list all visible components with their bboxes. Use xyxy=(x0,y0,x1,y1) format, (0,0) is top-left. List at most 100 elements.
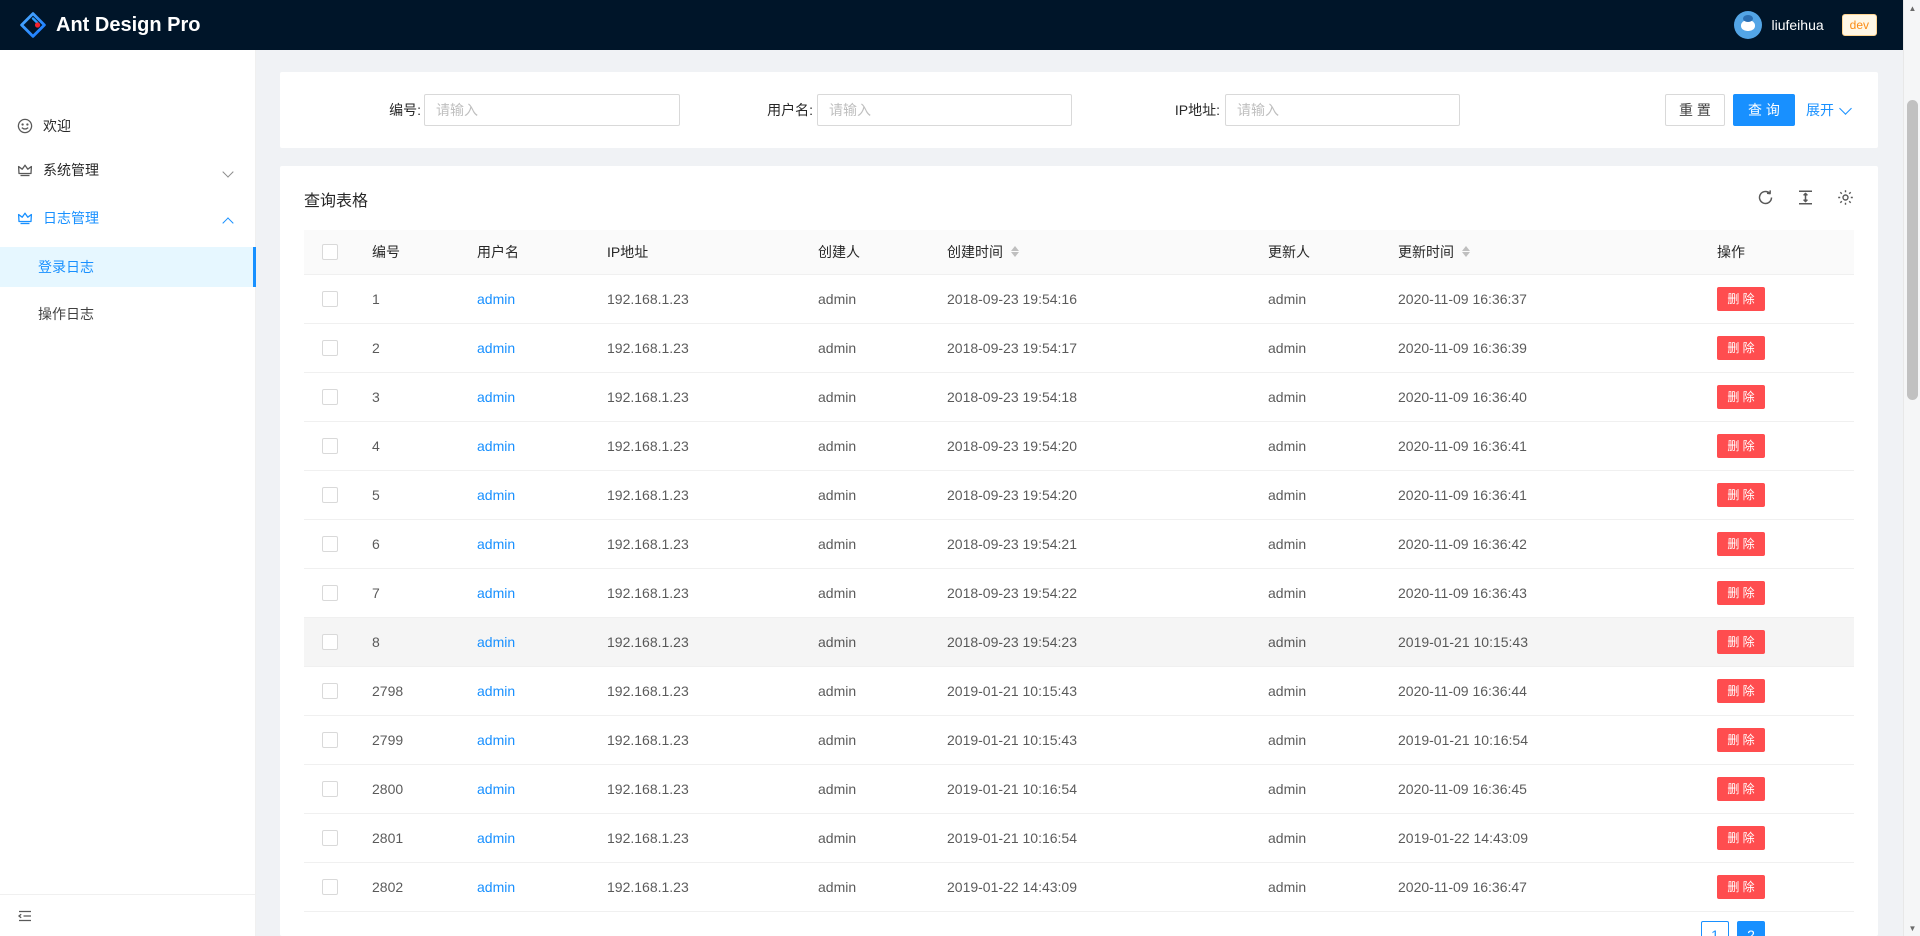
table-row: 2801 admin 192.168.1.23 admin 2019-01-21… xyxy=(304,813,1854,862)
username-input[interactable] xyxy=(817,94,1072,126)
delete-button[interactable]: 删 除 xyxy=(1717,679,1765,703)
cell-created-time: 2018-09-23 19:54:17 xyxy=(931,323,1252,372)
sidebar-item-system-mgmt[interactable]: 系统管理 xyxy=(0,150,256,190)
delete-button[interactable]: 删 除 xyxy=(1717,630,1765,654)
logo[interactable]: Ant Design Pro xyxy=(0,12,200,38)
ip-input[interactable] xyxy=(1225,94,1460,126)
select-all-checkbox[interactable] xyxy=(322,244,338,260)
ant-design-logo-icon xyxy=(20,12,46,38)
table-body: 1 admin 192.168.1.23 admin 2018-09-23 19… xyxy=(304,274,1854,911)
query-button[interactable]: 查 询 xyxy=(1733,94,1795,126)
cell-updated-time: 2020-11-09 16:36:45 xyxy=(1382,764,1701,813)
top-header: Ant Design Pro liufeihua dev xyxy=(0,0,1920,50)
reset-button[interactable]: 重 置 xyxy=(1665,94,1725,126)
row-checkbox[interactable] xyxy=(322,634,338,650)
cell-updater: admin xyxy=(1252,519,1382,568)
username-link[interactable]: admin xyxy=(477,291,515,307)
cell-creator: admin xyxy=(802,862,931,911)
username-link[interactable]: admin xyxy=(477,487,515,503)
sidebar-item-operation-log[interactable]: 操作日志 xyxy=(0,294,256,334)
delete-button[interactable]: 删 除 xyxy=(1717,434,1765,458)
col-header-ip: IP地址 xyxy=(591,230,802,274)
row-checkbox[interactable] xyxy=(322,879,338,895)
username-link[interactable]: admin xyxy=(477,830,515,846)
username-link[interactable]: admin xyxy=(477,683,515,699)
delete-button[interactable]: 删 除 xyxy=(1717,385,1765,409)
cell-id: 2798 xyxy=(356,666,461,715)
pagination-page-2[interactable]: 2 xyxy=(1737,921,1765,936)
sidebar-item-label: 操作日志 xyxy=(38,304,94,324)
username-link[interactable]: admin xyxy=(477,585,515,601)
cell-id: 7 xyxy=(356,568,461,617)
row-checkbox[interactable] xyxy=(322,830,338,846)
scrollbar-thumb[interactable] xyxy=(1907,100,1918,400)
cell-created-time: 2018-09-23 19:54:20 xyxy=(931,421,1252,470)
username-link[interactable]: admin xyxy=(477,879,515,895)
expand-link[interactable]: 展开 xyxy=(1806,94,1850,126)
vertical-scrollbar[interactable]: ▲ ▼ xyxy=(1903,0,1920,936)
menu-fold-icon[interactable] xyxy=(17,908,33,924)
cell-ip: 192.168.1.23 xyxy=(591,617,802,666)
reload-icon[interactable] xyxy=(1757,189,1774,206)
cell-creator: admin xyxy=(802,323,931,372)
username-link[interactable]: admin xyxy=(477,732,515,748)
col-header-created[interactable]: 创建时间 xyxy=(931,230,1252,274)
row-checkbox[interactable] xyxy=(322,781,338,797)
cell-ip: 192.168.1.23 xyxy=(591,715,802,764)
delete-button[interactable]: 删 除 xyxy=(1717,483,1765,507)
sort-carets-icon[interactable] xyxy=(1462,246,1470,257)
user-avatar[interactable] xyxy=(1734,11,1762,39)
app-window: Ant Design Pro liufeihua dev 欢迎 xyxy=(0,0,1920,936)
delete-button[interactable]: 删 除 xyxy=(1717,581,1765,605)
username-link[interactable]: admin xyxy=(477,340,515,356)
username-link[interactable]: admin xyxy=(477,781,515,797)
scroll-up-arrow-icon[interactable]: ▲ xyxy=(1904,0,1920,16)
delete-button[interactable]: 删 除 xyxy=(1717,336,1765,360)
cell-updater: admin xyxy=(1252,568,1382,617)
delete-button[interactable]: 删 除 xyxy=(1717,532,1765,556)
delete-button[interactable]: 删 除 xyxy=(1717,826,1765,850)
settings-gear-icon[interactable] xyxy=(1837,189,1854,206)
delete-button[interactable]: 删 除 xyxy=(1717,287,1765,311)
username-link[interactable]: admin xyxy=(477,634,515,650)
chevron-down-icon xyxy=(224,165,234,175)
pagination-page-1[interactable]: 1 xyxy=(1701,921,1729,936)
col-header-id: 编号 xyxy=(356,230,461,274)
col-header-updater: 更新人 xyxy=(1252,230,1382,274)
row-checkbox[interactable] xyxy=(322,487,338,503)
id-input[interactable] xyxy=(424,94,680,126)
expand-label: 展开 xyxy=(1806,100,1834,120)
sidebar: 欢迎 系统管理 日志管理 登录日志 xyxy=(0,50,256,936)
username-link[interactable]: admin xyxy=(477,536,515,552)
row-checkbox[interactable] xyxy=(322,291,338,307)
delete-button[interactable]: 删 除 xyxy=(1717,777,1765,801)
row-checkbox[interactable] xyxy=(322,683,338,699)
scroll-down-arrow-icon[interactable]: ▼ xyxy=(1904,920,1920,936)
col-header-username: 用户名 xyxy=(461,230,591,274)
username-label[interactable]: liufeihua xyxy=(1771,17,1823,33)
row-checkbox[interactable] xyxy=(322,732,338,748)
col-header-updated[interactable]: 更新时间 xyxy=(1382,230,1701,274)
table-row: 5 admin 192.168.1.23 admin 2018-09-23 19… xyxy=(304,470,1854,519)
sidebar-item-log-mgmt[interactable]: 日志管理 xyxy=(0,198,256,238)
delete-button[interactable]: 删 除 xyxy=(1717,875,1765,899)
delete-button[interactable]: 删 除 xyxy=(1717,728,1765,752)
cell-ip: 192.168.1.23 xyxy=(591,813,802,862)
row-checkbox[interactable] xyxy=(322,340,338,356)
row-checkbox[interactable] xyxy=(322,585,338,601)
sort-carets-icon[interactable] xyxy=(1011,246,1019,257)
table-row: 2798 admin 192.168.1.23 admin 2019-01-21… xyxy=(304,666,1854,715)
username-link[interactable]: admin xyxy=(477,438,515,454)
row-checkbox[interactable] xyxy=(322,536,338,552)
table-row: 3 admin 192.168.1.23 admin 2018-09-23 19… xyxy=(304,372,1854,421)
cell-ip: 192.168.1.23 xyxy=(591,372,802,421)
row-checkbox[interactable] xyxy=(322,438,338,454)
density-icon[interactable] xyxy=(1797,189,1814,206)
sidebar-item-welcome[interactable]: 欢迎 xyxy=(0,106,256,146)
sidebar-item-login-log[interactable]: 登录日志 xyxy=(0,247,256,287)
username-link[interactable]: admin xyxy=(477,389,515,405)
cell-ip: 192.168.1.23 xyxy=(591,470,802,519)
row-checkbox[interactable] xyxy=(322,389,338,405)
cell-id: 2802 xyxy=(356,862,461,911)
cell-ip: 192.168.1.23 xyxy=(591,862,802,911)
